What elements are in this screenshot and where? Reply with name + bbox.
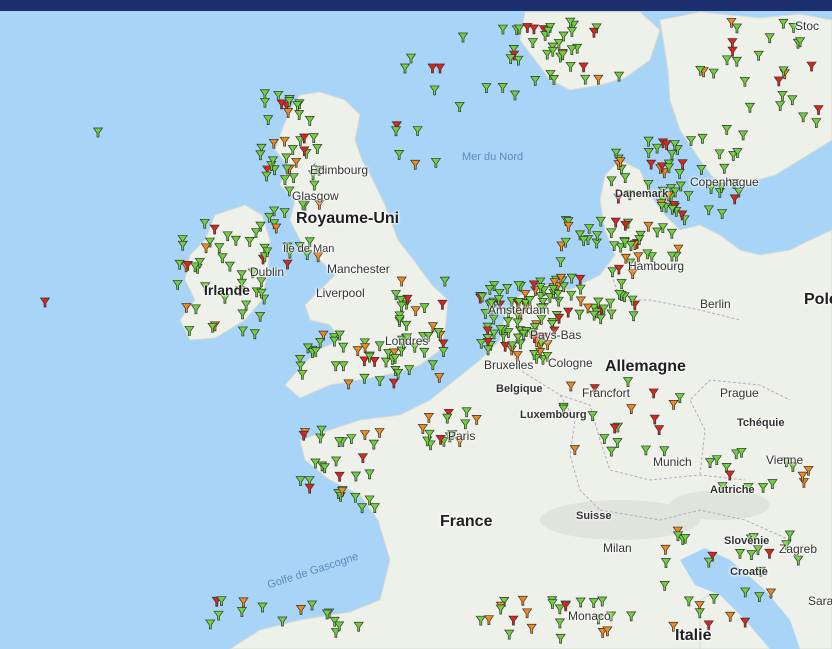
label-belgique: Belgique <box>496 383 543 395</box>
label-bruxelles: Bruxelles <box>484 358 534 372</box>
label-paris: Paris <box>448 429 476 443</box>
label-croatie: Croatie <box>730 566 768 578</box>
label-royaume-uni: Royaume-Uni <box>296 210 400 227</box>
label-milan: Milan <box>603 541 632 555</box>
label-prague: Prague <box>720 386 759 400</box>
label-zagreb: Zagreb <box>779 542 818 556</box>
label-hambourg: Hambourg <box>628 259 685 273</box>
label-irlande: Irlande <box>204 282 250 298</box>
label-autriche: Autriche <box>710 484 755 496</box>
label-ile-de-man: Île de Man <box>283 243 335 255</box>
label-luxembourg: Luxembourg <box>520 409 587 421</box>
label-mer-du-nord: Mer du Nord <box>462 151 524 163</box>
label-suisse: Suisse <box>576 510 612 522</box>
label-stockholm: Stoc <box>795 19 820 33</box>
label-liverpool: Liverpool <box>316 286 365 300</box>
label-amsterdam: Amsterdam <box>488 303 550 317</box>
map-canvas[interactable] <box>0 0 832 649</box>
label-france: France <box>440 513 493 530</box>
label-danemark: Danemark <box>615 188 669 200</box>
label-sarajevo: Sara <box>808 594 832 608</box>
label-edimbourg: Édimbourg <box>310 163 369 177</box>
label-dublin: Dublin <box>250 265 285 279</box>
label-munich: Munich <box>653 455 692 469</box>
label-cologne: Cologne <box>548 356 593 370</box>
label-pays-bas: Pays-Bas <box>530 328 582 342</box>
label-copenhague: Copenhague <box>690 175 759 189</box>
label-italie: Italie <box>675 627 712 644</box>
label-vienne: Vienne <box>766 453 804 467</box>
label-slovenie: Slovénie <box>724 535 770 547</box>
label-allemagne: Allemagne <box>605 358 686 375</box>
label-londres: Londres <box>385 334 429 348</box>
label-tcheque: Tchéquie <box>737 417 785 429</box>
top-bar <box>0 0 832 11</box>
label-berlin: Berlin <box>700 297 731 311</box>
label-monaco: Monaco <box>568 609 611 623</box>
label-pologne: Pole <box>804 291 832 308</box>
label-francfort: Francfort <box>582 386 631 400</box>
label-manchester: Manchester <box>327 262 390 276</box>
label-glasgow: Glasgow <box>292 189 339 203</box>
